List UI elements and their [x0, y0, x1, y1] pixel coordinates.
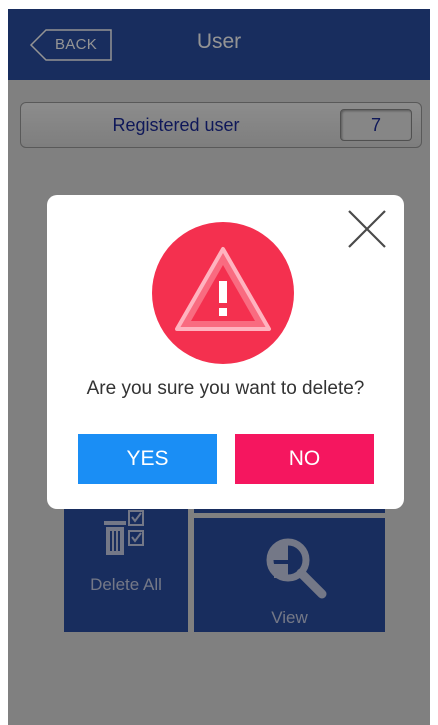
delete-confirm-dialog: Are you sure you want to delete? YES NO [47, 195, 404, 509]
warning-triangle-icon [152, 222, 294, 364]
close-icon [348, 210, 386, 248]
no-button[interactable]: NO [235, 434, 374, 484]
close-button[interactable] [343, 205, 391, 253]
user-screen: BACK User Registered user 7 Delete All V… [8, 9, 430, 725]
yes-button[interactable]: YES [78, 434, 217, 484]
confirm-message: Are you sure you want to delete? [86, 378, 365, 399]
